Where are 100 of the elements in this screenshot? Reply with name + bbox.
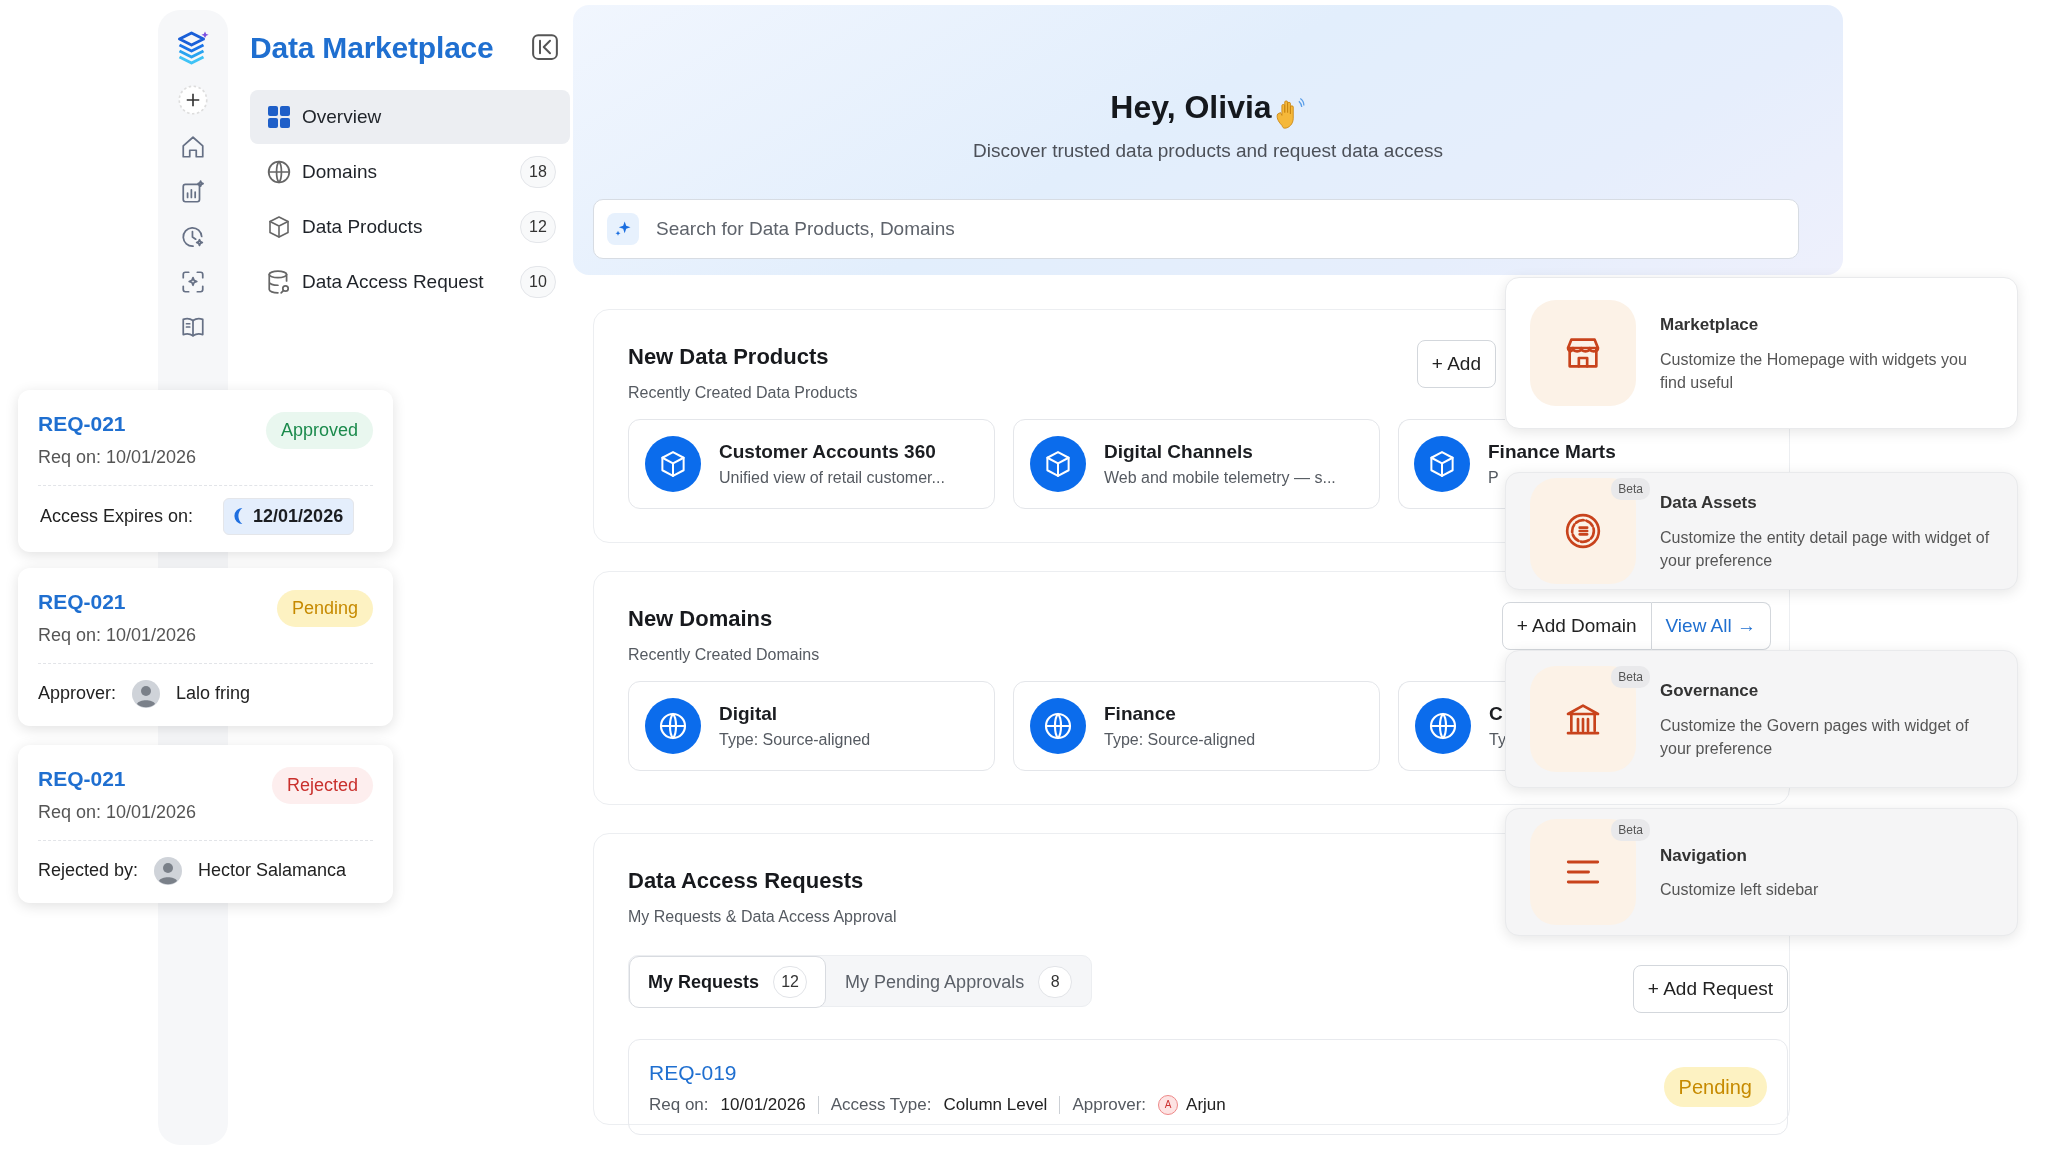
globe-icon [1042,710,1074,742]
count-badge: 18 [520,156,556,188]
half-moon-icon [234,508,244,524]
widget-card[interactable]: Beta Data Assets Customize the entity detail page with widget of your preference [1505,472,2018,590]
widget-title: Navigation [1660,844,1747,867]
view-all-link[interactable]: View All → [1651,602,1771,650]
request-id[interactable]: REQ-021 [38,590,126,613]
section-subtitle: Recently Created Domains [628,645,820,665]
avatar-icon [154,856,183,885]
detail-label: Rejected by: [38,859,139,882]
request-id[interactable]: REQ-021 [38,767,126,790]
logo-icon [175,30,211,66]
access-type: Column Level [943,1094,1048,1116]
target-icon [1563,511,1603,551]
request-row[interactable]: REQ-019 Req on: 10/01/2026 Access Type: Column Level Approver: A Arjun Pending [628,1039,1788,1135]
database-icon [266,269,292,295]
widget-card[interactable]: Beta Governance Customize the Govern pages with widget of your preference [1505,650,2018,788]
greeting: Hey, Olivia [1110,88,1272,127]
avatar-initial: A [1158,1094,1179,1115]
person-name: Lalo fring [176,682,251,705]
search-field[interactable]: Search for Data Products, Domains [593,198,1799,259]
meta-label: Approver: [1072,1094,1147,1116]
tab[interactable]: My Pending Approvals 8 [826,956,1092,1008]
home-icon [180,134,206,160]
request-date: Req on: 10/01/2026 [38,624,197,645]
chart-icon [180,179,206,205]
request-date: Req on: 10/01/2026 [38,801,197,822]
request-card[interactable]: REQ-021 Req on: 10/01/2026 Pending Approver: Lalo fring [18,568,393,726]
entity-title: C [1489,701,1503,726]
widget-description: Customize the Govern pages with widget of your preference [1660,715,1970,759]
hero-subtitle: Discover trusted data products and request data access [973,140,1443,161]
meta-label: Req on: [649,1094,709,1116]
count-badge: 10 [520,266,556,298]
entity-card[interactable]: Digital Type: Source-aligned [628,681,995,771]
avatar-icon [132,679,161,708]
sidebar-item[interactable]: Overview [250,90,570,144]
cube-icon [658,449,688,479]
entity-description: Ty [1489,731,1506,749]
entity-description: Type: Source-aligned [1104,731,1256,749]
widget-title: Marketplace [1660,314,1759,337]
entity-description: Web and mobile telemetry — s... [1104,469,1336,487]
add-request-button[interactable]: + Add Request [1632,965,1788,1013]
entity-card[interactable]: C Ty [1398,681,1505,771]
grid-icon [267,105,291,129]
beta-tag: Beta [1611,819,1650,841]
widget-card[interactable]: Beta Navigation Customize left sidebar [1505,808,2018,936]
status-badge: Pending [1663,1067,1767,1107]
globe-icon [657,710,689,742]
entity-card[interactable]: Customer Accounts 360 Unified view of retail customer... [628,419,995,509]
cube-icon [267,215,291,239]
collapse-icon [530,32,560,62]
detail-label: Access Expires on: [40,504,194,528]
entity-title: Finance [1104,701,1176,726]
request-id[interactable]: REQ-021 [38,412,126,435]
clock-icon [180,224,206,250]
section-title: New Domains [628,605,774,633]
person-name: Hector Salamanca [198,859,347,882]
section-subtitle: Recently Created Data Products [628,383,858,403]
beta-tag: Beta [1611,478,1650,500]
meta-label: Access Type: [830,1094,932,1116]
status-badge: Rejected [271,767,373,804]
sidebar-item[interactable]: Data Access Request 10 [250,255,570,309]
widget-card[interactable]: Marketplace Customize the Homepage with widgets you find useful [1505,277,2018,429]
entity-description: Type: Source-aligned [719,731,871,749]
count-badge: 12 [773,966,808,998]
entity-title: Digital Channels [1104,439,1253,464]
request-date: 10/01/2026 [720,1094,806,1116]
request-date: Req on: 10/01/2026 [38,446,197,467]
add-button[interactable]: + Add [1416,340,1496,388]
request-card[interactable]: REQ-021 Req on: 10/01/2026 Rejected Rejected by: Hector Salamanca [18,745,393,903]
section-title: Data Access Requests [628,867,864,895]
section-title: New Data Products [628,343,830,371]
section-subtitle: My Requests & Data Access Approval [628,908,897,925]
expiry-date: 12/01/2026 [223,497,355,535]
count-badge: 8 [1038,966,1073,998]
widget-description: Customize the entity detail page with widget of your preference [1660,527,1991,571]
request-id-link[interactable]: REQ-019 [649,1060,737,1084]
widget-description: Customize left sidebar [1660,880,1819,901]
request-card[interactable]: REQ-021 Req on: 10/01/2026 Approved Access Expires on: 12/01/2026 [18,390,393,552]
detail-label: Approver: [38,682,117,705]
entity-title: Customer Accounts 360 [719,439,936,464]
cube-icon [1427,449,1457,479]
approver-name: Arjun [1186,1094,1226,1116]
widget-description: Customize the Homepage with widgets you find useful [1660,349,1968,393]
entity-description: Unified view of retail customer... [719,469,945,487]
add-icon[interactable] [178,85,208,115]
tab[interactable]: My Requests 12 [629,956,827,1008]
widget-title: Data Assets [1660,492,1757,515]
sidebar-item[interactable]: Domains 18 [250,145,570,199]
cube-icon [1043,449,1073,479]
entity-card[interactable]: Finance Type: Source-aligned [1013,681,1380,771]
add-button[interactable]: + Add Domain [1501,602,1652,650]
globe-icon [1427,710,1459,742]
entity-title: Finance Marts [1488,439,1616,464]
status-badge: Approved [265,412,373,449]
sidebar-item[interactable]: Data Products 12 [250,200,570,254]
widget-title: Governance [1660,680,1759,703]
globe-icon [266,159,292,185]
frame-icon [180,269,206,295]
entity-card[interactable]: Digital Channels Web and mobile telemetry — s... [1013,419,1380,509]
